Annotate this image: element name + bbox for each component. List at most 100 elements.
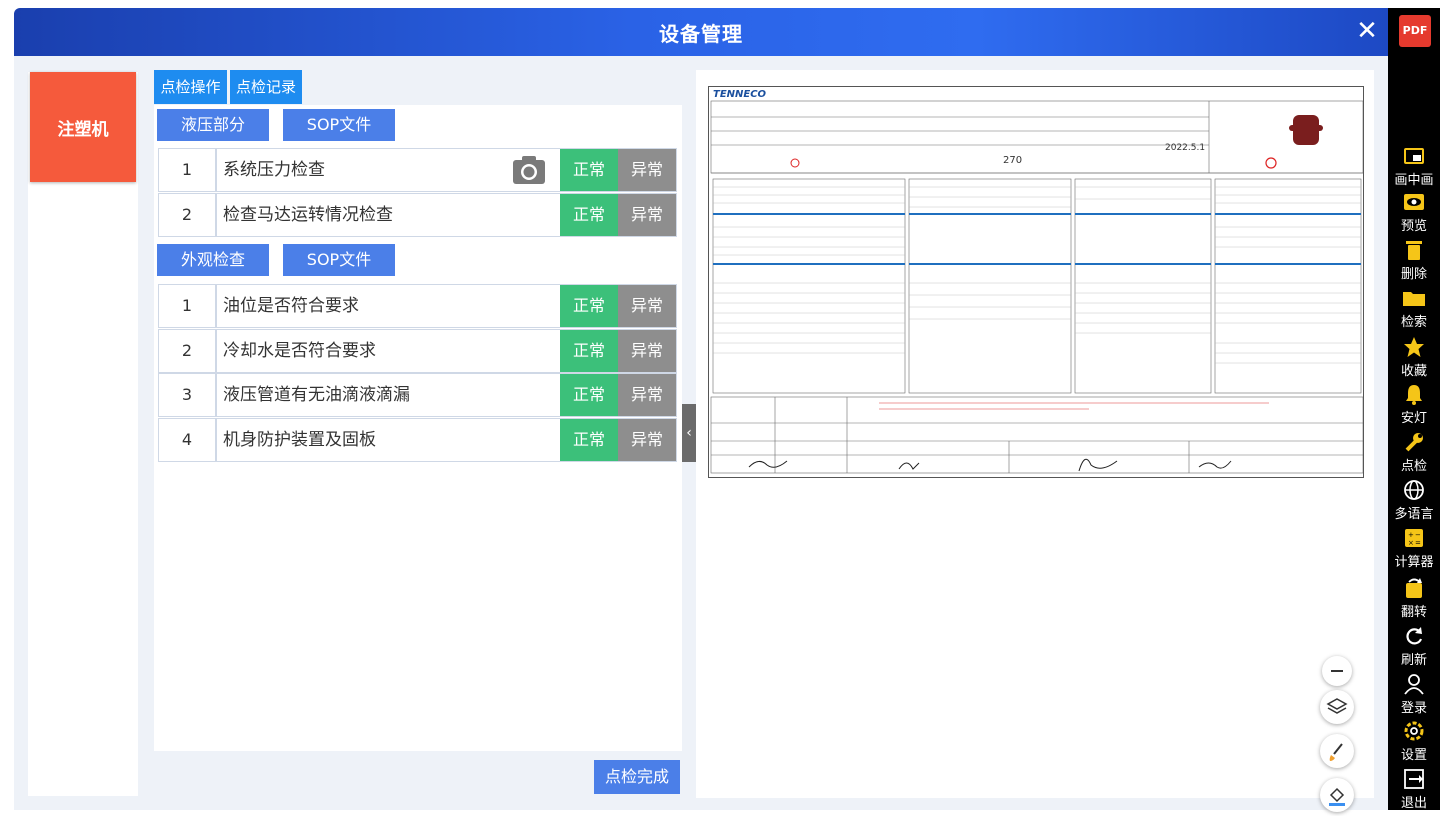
sidebar-item-login[interactable]: 登录 — [1388, 672, 1440, 716]
sidebar-item-label: 删除 — [1400, 267, 1427, 282]
sidebar-item-favorite[interactable]: 收藏 — [1388, 335, 1440, 379]
row-number: 1 — [159, 149, 217, 191]
section-appearance-button[interactable]: 外观检查 — [157, 244, 269, 276]
document-logo: TENNECO — [713, 89, 767, 100]
sidebar-item-label: 刷新 — [1400, 653, 1427, 668]
document-pressure-value: 270 — [1003, 155, 1023, 166]
rotate-icon — [1406, 578, 1422, 598]
sidebar-item-inspection[interactable]: 点检 — [1388, 430, 1440, 474]
sidebar-item-label: 计算器 — [1394, 555, 1434, 570]
sidebar-item-language[interactable]: 多语言 — [1388, 478, 1440, 522]
abnormal-button[interactable]: 异常 — [618, 194, 676, 236]
sidebar-item-label: 翻转 — [1400, 605, 1427, 620]
collapse-panel-handle[interactable]: ‹ — [682, 404, 696, 462]
sidebar-item-pip[interactable]: 画中画 — [1388, 144, 1440, 188]
sidebar-item-label: 点检 — [1400, 459, 1427, 474]
row-number: 4 — [159, 419, 217, 461]
eye-icon — [1404, 194, 1424, 210]
normal-button[interactable]: 正常 — [560, 374, 618, 416]
close-button[interactable]: ✕ — [1350, 14, 1384, 48]
globe-icon — [1404, 480, 1424, 500]
bell-icon — [1406, 385, 1422, 405]
brush-icon — [1329, 743, 1343, 761]
normal-button[interactable]: 正常 — [560, 149, 618, 191]
row-number: 3 — [159, 374, 217, 416]
layers-icon — [1326, 698, 1348, 714]
normal-button[interactable]: 正常 — [560, 330, 618, 372]
refresh-icon — [1406, 627, 1423, 645]
sidebar-item-settings[interactable]: 设置 — [1388, 719, 1440, 763]
sidebar-item-label: 多语言 — [1394, 507, 1434, 522]
normal-button[interactable]: 正常 — [560, 194, 618, 236]
tab-inspection-operation[interactable]: 点检操作 — [154, 70, 227, 104]
zoom-out-icon — [1331, 670, 1343, 672]
row-number: 2 — [159, 194, 217, 236]
wrench-icon — [1405, 433, 1423, 452]
sidebar-item-preview[interactable]: 预览 — [1388, 190, 1440, 234]
check-item-label: 液压管道有无油滴液滴漏 — [223, 385, 410, 405]
process-spec-document: TENNECO 270 2022.5.1 — [708, 86, 1364, 478]
page-title: 设备管理 — [659, 22, 743, 46]
fill-icon — [1329, 787, 1345, 806]
folder-icon — [1403, 292, 1425, 306]
abnormal-button[interactable]: 异常 — [618, 419, 676, 461]
brush-button[interactable] — [1320, 734, 1354, 768]
row-number: 2 — [159, 330, 217, 372]
logout-icon — [1404, 769, 1424, 789]
abnormal-button[interactable]: 异常 — [618, 149, 676, 191]
pdf-icon[interactable]: PDF — [1399, 15, 1431, 47]
inspection-complete-button[interactable]: 点检完成 — [594, 760, 680, 794]
camera-icon[interactable] — [511, 153, 547, 187]
check-item-label: 机身防护装置及固板 — [223, 430, 376, 450]
document-date: 2022.5.1 — [1165, 143, 1206, 153]
sidebar-item-label: 预览 — [1400, 219, 1427, 234]
abnormal-button[interactable]: 异常 — [618, 330, 676, 372]
sop-file-button[interactable]: SOP文件 — [283, 244, 395, 276]
sidebar-item-flip[interactable]: 翻转 — [1388, 576, 1440, 620]
tab-inspection-record[interactable]: 点检记录 — [230, 70, 302, 104]
machine-item-injection-molding[interactable]: 注塑机 — [30, 72, 136, 182]
svg-text:−: − — [1415, 531, 1421, 539]
normal-button[interactable]: 正常 — [560, 419, 618, 461]
title-bar: 设备管理 ✕ — [14, 8, 1388, 56]
sop-file-button[interactable]: SOP文件 — [283, 109, 395, 141]
layers-button[interactable] — [1320, 690, 1354, 724]
sidebar-item-label: 安灯 — [1400, 411, 1427, 426]
document-table-graphic — [710, 100, 1363, 474]
sidebar-item-calculator[interactable]: + − × = 计算器 — [1388, 526, 1440, 570]
app-frame: 设备管理 ✕ 注塑机 点检操作 点检记录 液压部分 SOP文件 1 系统压力检查… — [0, 0, 1446, 816]
abnormal-button[interactable]: 异常 — [618, 285, 676, 327]
sidebar-item-exit[interactable]: 退出 — [1388, 767, 1440, 811]
settings-icon — [1404, 721, 1424, 741]
svg-text:=: = — [1415, 539, 1421, 547]
trash-icon — [1406, 241, 1422, 260]
abnormal-button[interactable]: 异常 — [618, 374, 676, 416]
fill-button[interactable] — [1320, 778, 1354, 812]
sidebar-item-label: 登录 — [1400, 701, 1427, 716]
section-hydraulic-button[interactable]: 液压部分 — [157, 109, 269, 141]
check-item-label: 检查马达运转情况检查 — [223, 205, 393, 225]
sidebar-item-label: 设置 — [1400, 748, 1427, 763]
check-item-label: 油位是否符合要求 — [223, 296, 359, 316]
sidebar-item-label: 检索 — [1400, 315, 1427, 330]
sidebar-item-delete[interactable]: 删除 — [1388, 238, 1440, 282]
user-icon — [1404, 674, 1424, 695]
sidebar-item-label: 画中画 — [1394, 173, 1434, 188]
check-item-label: 冷却水是否符合要求 — [223, 341, 376, 361]
sidebar-item-refresh[interactable]: 刷新 — [1388, 624, 1440, 668]
check-item-label: 系统压力检查 — [223, 160, 325, 180]
svg-text:×: × — [1408, 539, 1414, 547]
check-row: 1 系统压力检查 正常 异常 — [158, 148, 677, 192]
pip-icon — [1404, 148, 1424, 164]
check-row: 1 油位是否符合要求 正常 异常 — [158, 284, 677, 328]
normal-button[interactable]: 正常 — [560, 285, 618, 327]
sidebar-item-andon[interactable]: 安灯 — [1388, 382, 1440, 426]
check-row: 2 检查马达运转情况检查 正常 异常 — [158, 193, 677, 237]
calculator-icon: + −× = — [1405, 529, 1423, 547]
check-row: 2 冷却水是否符合要求 正常 异常 — [158, 329, 677, 373]
check-row: 3 液压管道有无油滴液滴漏 正常 异常 — [158, 373, 677, 417]
sidebar-item-search[interactable]: 检索 — [1388, 286, 1440, 330]
zoom-out-button[interactable] — [1322, 656, 1352, 686]
star-icon — [1404, 337, 1424, 357]
svg-text:+: + — [1408, 531, 1414, 539]
